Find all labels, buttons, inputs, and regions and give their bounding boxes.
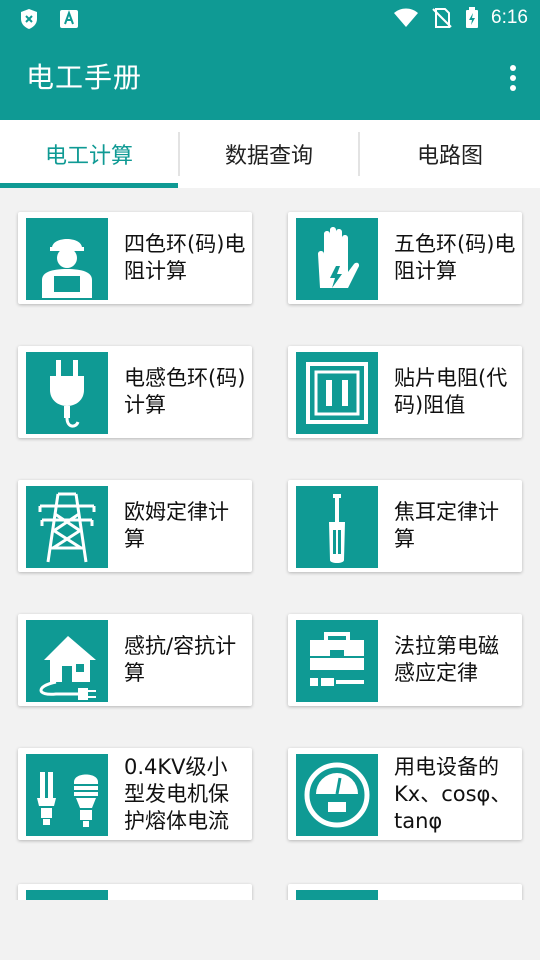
status-bar: 6:16 xyxy=(0,0,540,38)
app-bar: 电工手册 xyxy=(0,38,540,120)
tab-circuit-diagram[interactable]: 电路图 xyxy=(360,120,540,188)
card-ohms-law[interactable]: 欧姆定律计算 xyxy=(18,480,252,572)
card-label: 0.4KV级小型发电机保护熔体电流 xyxy=(124,754,229,833)
screwdriver-icon xyxy=(296,486,378,568)
card-label: 焦耳定律计算 xyxy=(394,500,499,551)
card-equipment-kx[interactable]: 用电设备的Kx、cosφ、tanφ xyxy=(288,748,522,840)
card-smd-resistor[interactable]: 贴片电阻(代码)阻值 xyxy=(288,346,522,438)
house-plug-icon xyxy=(26,620,108,702)
card-label: 贴片电阻(代码)阻值 xyxy=(394,366,508,417)
card-partial-right[interactable] xyxy=(288,884,522,900)
card-label: 五色环(码)电阻计算 xyxy=(394,232,516,283)
calculator-grid: 四色环(码)电阻计算 五色环(码)电阻计算 电感色环(码)计算 贴片电阻(代码)… xyxy=(0,188,540,900)
tab-data-query[interactable]: 数据查询 xyxy=(180,120,358,188)
glove-icon xyxy=(296,218,378,300)
socket-icon xyxy=(296,352,378,434)
partial-icon xyxy=(296,890,378,900)
card-label: 法拉第电磁感应定律 xyxy=(394,634,499,685)
card-four-band-resistor[interactable]: 四色环(码)电阻计算 xyxy=(18,212,252,304)
worker-icon xyxy=(26,218,108,300)
tower-icon xyxy=(26,486,108,568)
bulbs-icon xyxy=(26,754,108,836)
app-title: 电工手册 xyxy=(26,61,143,94)
card-label: 感抗/容抗计算 xyxy=(124,634,237,685)
card-joules-law[interactable]: 焦耳定律计算 xyxy=(288,480,522,572)
card-five-band-resistor[interactable]: 五色环(码)电阻计算 xyxy=(288,212,522,304)
clock: 6:16 xyxy=(491,7,528,28)
accessibility-icon xyxy=(58,8,80,30)
toolbox-icon xyxy=(296,620,378,702)
shield-x-icon xyxy=(18,8,40,30)
more-vertical-icon[interactable] xyxy=(506,62,520,94)
wifi-icon xyxy=(393,7,419,29)
tab-electrical-calc[interactable]: 电工计算 xyxy=(0,120,178,188)
battery-charging-icon xyxy=(465,7,479,29)
meter-icon xyxy=(296,754,378,836)
card-label: 电感色环(码)计算 xyxy=(124,366,246,417)
card-partial-left[interactable] xyxy=(18,884,252,900)
card-generator-fuse[interactable]: 0.4KV级小型发电机保护熔体电流 xyxy=(18,748,252,840)
no-sim-icon xyxy=(431,7,453,29)
partial-icon xyxy=(26,890,108,900)
card-label: 四色环(码)电阻计算 xyxy=(124,232,246,283)
card-reactance[interactable]: 感抗/容抗计算 xyxy=(18,614,252,706)
card-inductor-color[interactable]: 电感色环(码)计算 xyxy=(18,346,252,438)
tab-bar: 电工计算 数据查询 电路图 xyxy=(0,120,540,188)
card-label: 欧姆定律计算 xyxy=(124,500,229,551)
plug-icon xyxy=(26,352,108,434)
card-faraday-law[interactable]: 法拉第电磁感应定律 xyxy=(288,614,522,706)
card-label: 用电设备的Kx、cosφ、tanφ xyxy=(394,754,512,833)
